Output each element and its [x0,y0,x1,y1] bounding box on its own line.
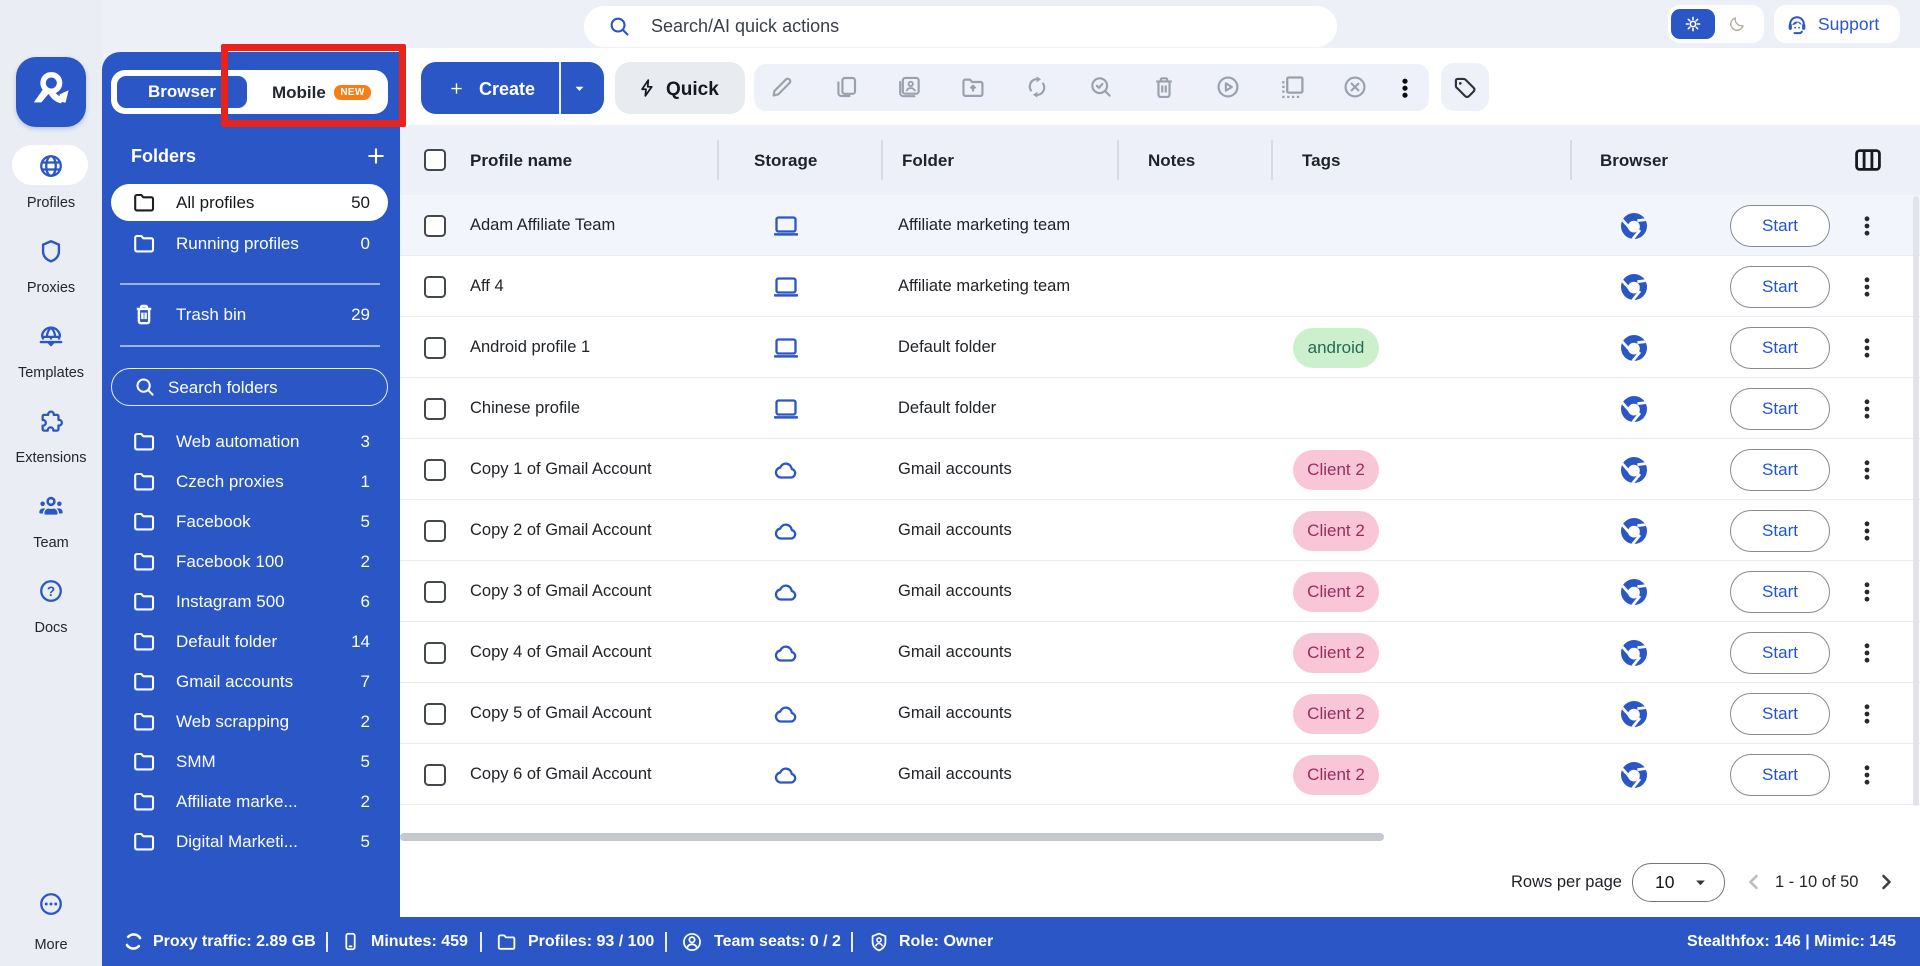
svg-text:?: ? [47,584,55,599]
